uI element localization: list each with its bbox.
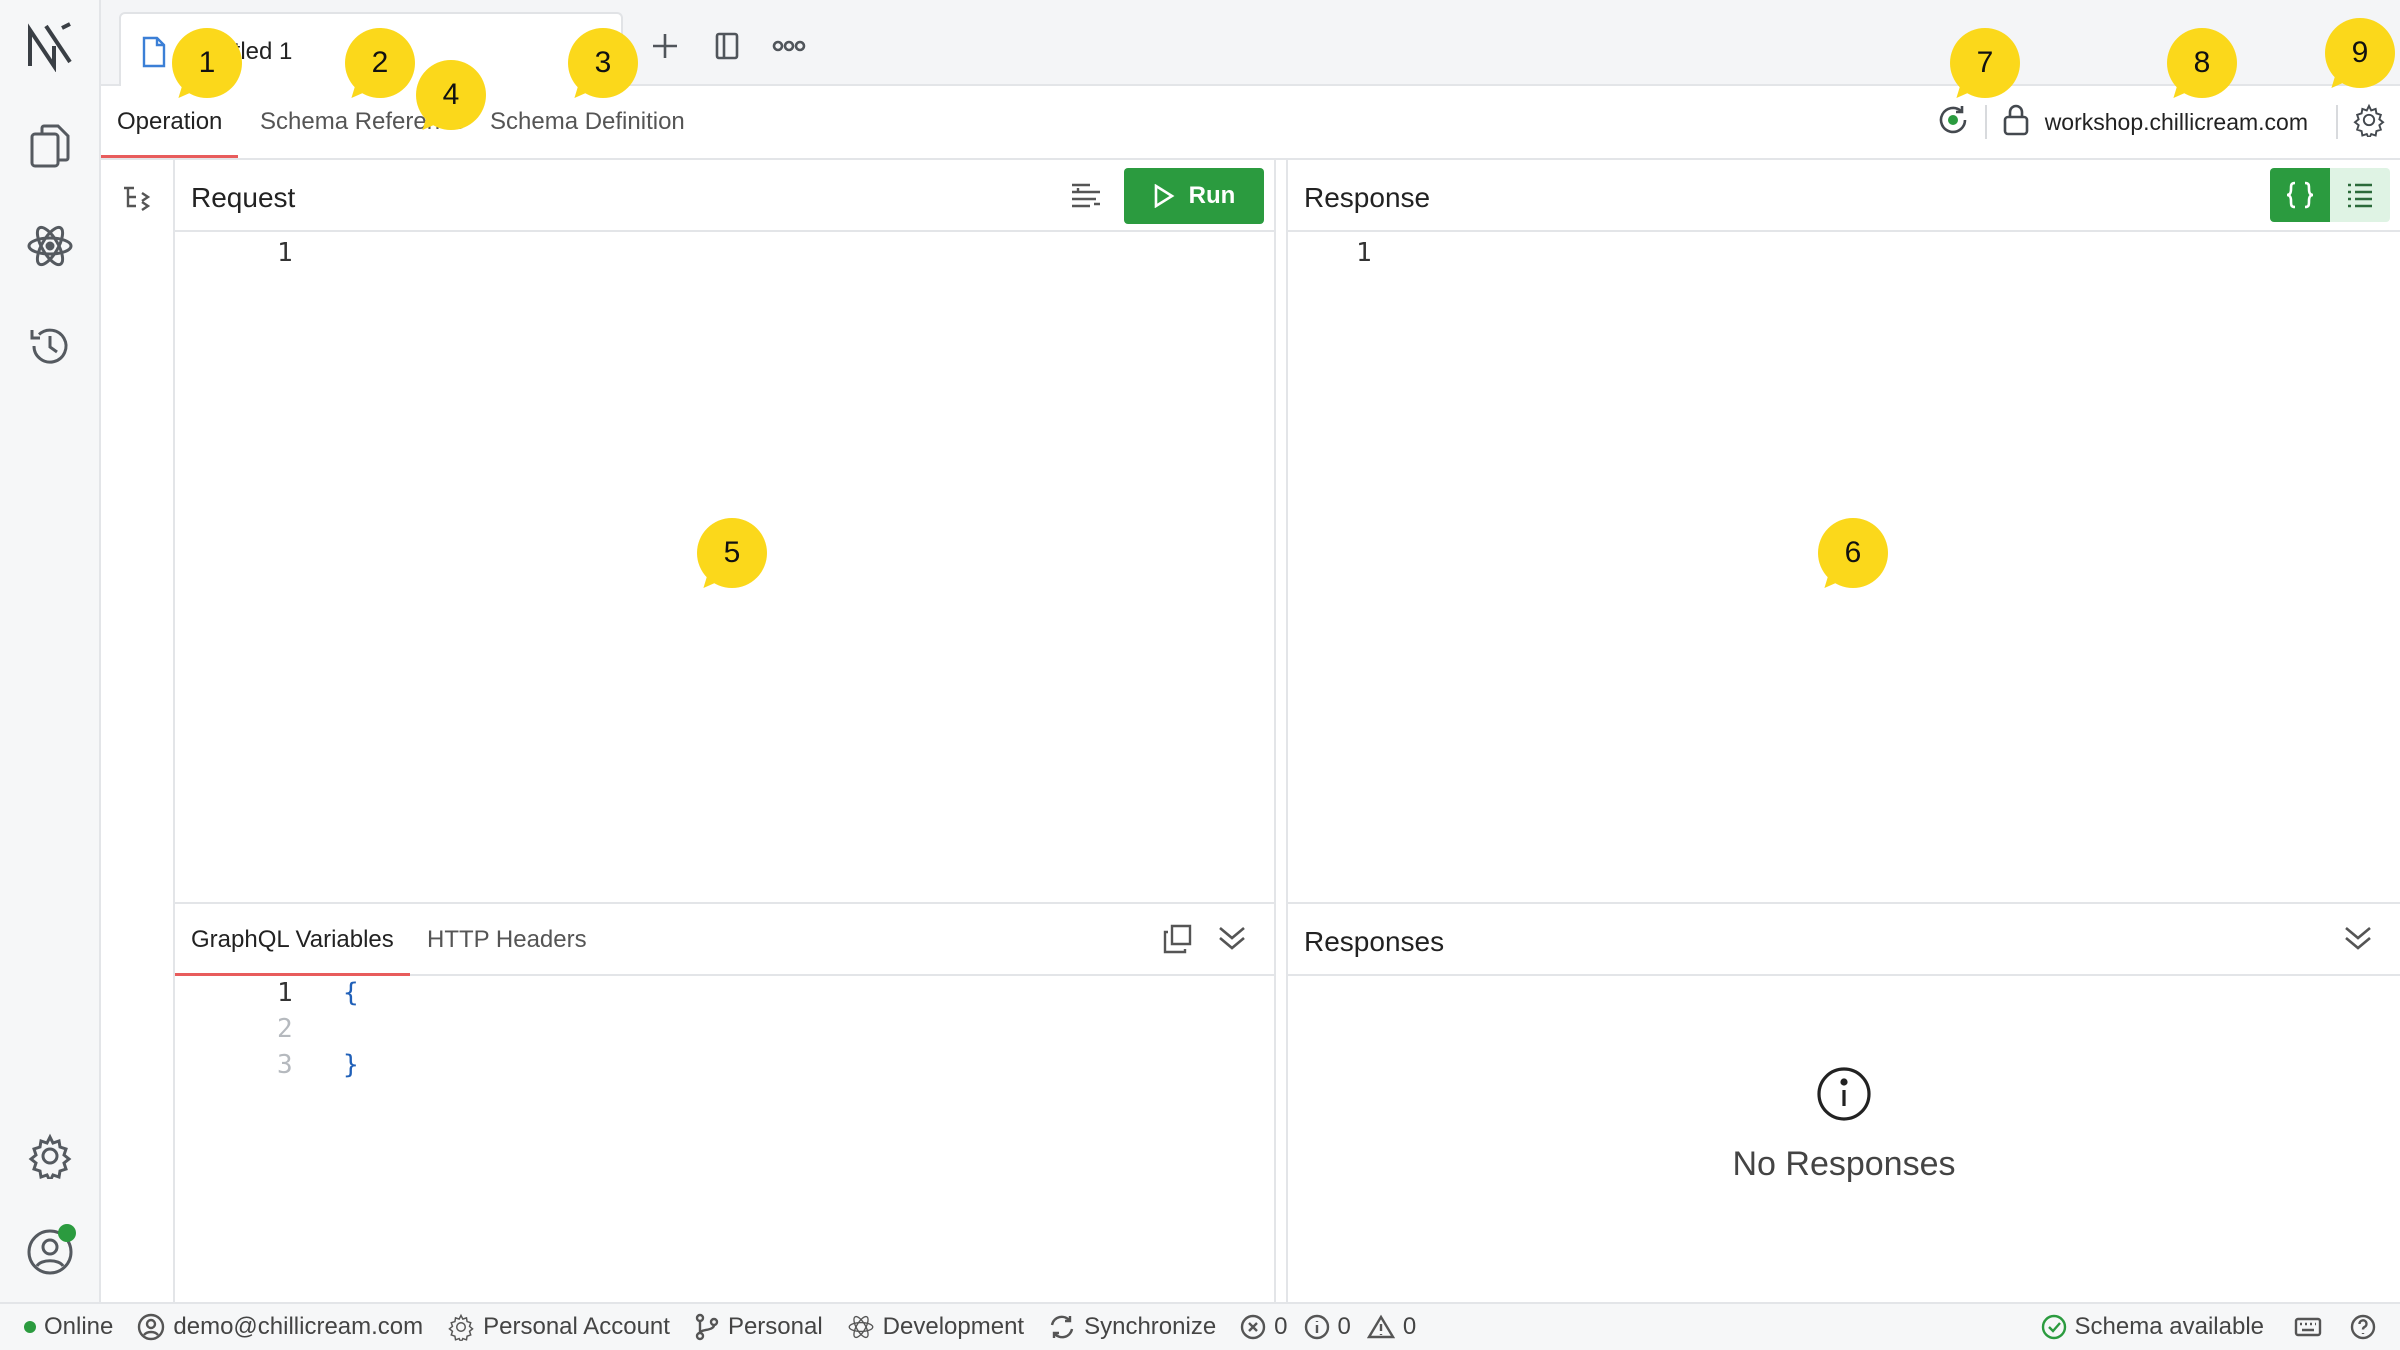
workspace-status[interactable]: Personal [694,1313,823,1341]
braces-icon [2286,181,2314,209]
graphql-atom-icon[interactable] [22,218,78,274]
callout-8: 8 [2165,28,2237,107]
collapse-chevron-icon[interactable] [2342,922,2378,958]
callout-1: 1 [170,28,242,107]
warning-icon [1366,1314,1395,1339]
callout-9: 9 [2323,18,2395,97]
online-dot [24,1321,36,1333]
schema-status-label: Schema available [2074,1313,2264,1340]
status-bar: Online demo@chillicream.com Personal Acc… [0,1302,2400,1350]
user-status[interactable]: demo@chillicream.com [137,1313,423,1341]
response-view-toggle [2270,168,2390,222]
callout-2: 2 [343,28,415,107]
format-document-icon[interactable] [1068,178,1104,214]
connection-status-icon[interactable] [1935,102,1971,143]
account-label: Personal Account [483,1313,670,1340]
online-status[interactable]: Online [24,1313,113,1341]
document-icon [141,36,167,73]
connection-settings-gear-icon[interactable] [2352,103,2386,142]
list-icon [2348,183,2372,208]
help-icon [2350,1314,2376,1340]
divider [1984,105,1987,139]
request-header: Request Run [175,160,1274,232]
line-number: 1 [277,238,293,268]
help-button[interactable] [2350,1314,2376,1340]
variables-header: GraphQL Variables HTTP Headers [175,902,1274,976]
info-icon [1817,1067,1871,1121]
account-avatar-icon[interactable] [22,1224,78,1280]
open-document-button[interactable] [703,22,751,70]
sync-status[interactable]: Synchronize [1048,1313,1216,1341]
online-indicator [58,1224,76,1242]
account-status[interactable]: Personal Account [447,1313,670,1341]
responses-panel: No Responses [1288,976,2400,1302]
play-icon [1154,184,1175,208]
line-number: 1 [277,978,293,1008]
callout-5: 5 [695,518,767,597]
more-options-button[interactable] [765,22,813,70]
request-title: Request [191,182,296,213]
code-line: { [343,978,359,1008]
user-email: demo@chillicream.com [173,1313,424,1340]
error-icon [1240,1314,1266,1340]
new-tab-button[interactable] [641,22,689,70]
callout-3: 3 [566,28,638,107]
code-line: } [343,1050,359,1080]
callout-6: 6 [1816,518,1888,597]
sync-icon [1050,1315,1074,1339]
no-responses-text: No Responses [1732,1145,1956,1183]
response-title: Response [1304,182,1431,213]
callout-4: 4 [414,60,486,139]
user-icon [138,1313,165,1341]
divider [2336,105,2338,139]
response-header: Response [1288,160,2400,232]
activity-bar [0,0,101,1302]
environment-status[interactable]: Development [847,1313,1024,1341]
lock-icon[interactable] [2001,103,2031,142]
settings-gear-icon[interactable] [22,1128,78,1184]
callout-7: 7 [1948,28,2020,107]
keyboard-icon [2294,1317,2322,1337]
environment-label: Development [882,1313,1025,1340]
history-icon[interactable] [22,318,78,374]
pane-splitter[interactable] [1274,160,1288,1302]
schema-status[interactable]: Schema available [2041,1313,2264,1341]
line-number: 3 [277,1050,293,1080]
line-number: 1 [1356,238,1372,268]
tree-view-button[interactable] [2330,168,2390,222]
account-gear-icon [448,1313,474,1341]
info-small-icon [1304,1314,1329,1340]
operation-tree-icon[interactable] [120,180,156,216]
json-view-button[interactable] [2270,168,2330,222]
variables-editor[interactable]: 1 2 3 { } [175,976,1274,1302]
responses-header: Responses [1288,902,2400,976]
line-number: 2 [277,1014,293,1044]
problems-status[interactable]: 0 0 0 [1240,1313,1416,1341]
branch-icon [695,1313,719,1341]
environment-atom-icon [848,1315,874,1339]
info-count: 0 [1337,1313,1351,1340]
run-button[interactable]: Run [1124,168,1264,224]
collapse-chevron-icon[interactable] [1216,922,1252,958]
check-circle-icon [2041,1314,2066,1340]
empty-state: No Responses [1288,1066,2400,1184]
endpoint-url[interactable]: workshop.chillicream.com [2045,109,2308,136]
sync-label: Synchronize [1084,1313,1217,1340]
warning-count: 0 [1402,1313,1417,1340]
operation-tree-strip [101,160,175,1302]
error-count: 0 [1274,1313,1288,1340]
tab-graphql-variables[interactable]: GraphQL Variables [175,904,410,976]
online-label: Online [44,1313,114,1340]
workspace-label: Personal [727,1313,823,1340]
documents-icon[interactable] [22,118,78,174]
nitro-logo-icon[interactable] [22,18,78,74]
tab-actions [641,22,813,70]
responses-title: Responses [1304,926,1445,957]
new-variables-icon[interactable] [1160,922,1196,958]
run-button-label: Run [1188,182,1236,209]
tab-http-headers[interactable]: HTTP Headers [411,904,603,976]
keyboard-shortcuts-button[interactable] [2294,1316,2322,1338]
